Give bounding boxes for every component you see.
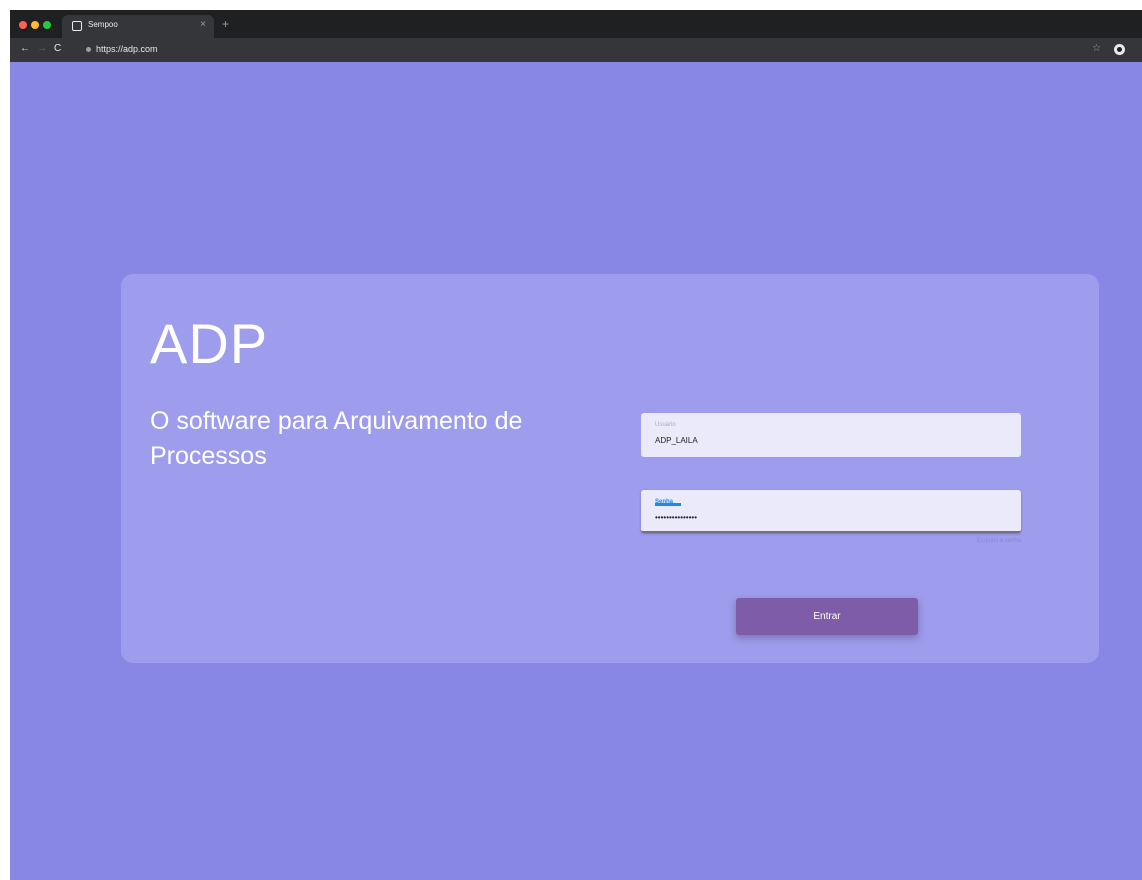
new-tab-icon[interactable]: + bbox=[222, 17, 229, 31]
forgot-password-link[interactable]: Esqueci a senha bbox=[977, 538, 1021, 544]
minimize-window-icon[interactable] bbox=[31, 21, 39, 29]
password-input[interactable] bbox=[655, 513, 1005, 522]
tab-close-icon[interactable]: × bbox=[200, 19, 206, 31]
username-input[interactable] bbox=[655, 436, 1005, 445]
browser-toolbar: ← → C https://adp.com ☆ bbox=[10, 38, 1142, 62]
password-label: Senha bbox=[655, 499, 682, 506]
tab-bar: Sempoo × + bbox=[10, 10, 1142, 38]
login-button[interactable]: Entrar bbox=[736, 598, 918, 635]
profile-icon[interactable] bbox=[1114, 44, 1125, 55]
tab-favicon-icon bbox=[72, 21, 82, 31]
forward-icon[interactable]: → bbox=[37, 42, 47, 56]
username-label: Usuário bbox=[655, 422, 676, 428]
back-icon[interactable]: ← bbox=[20, 42, 30, 56]
username-field[interactable]: Usuário bbox=[641, 413, 1021, 457]
address-bar[interactable]: https://adp.com bbox=[80, 41, 1080, 59]
password-field[interactable]: Senha Esqueci a senha bbox=[641, 490, 1021, 544]
browser-tab[interactable]: Sempoo × bbox=[62, 15, 214, 38]
login-card: ADP O software para Arquivamento de Proc… bbox=[121, 274, 1099, 663]
browser-window: Sempoo × + ← → C https://adp.com ☆ ADP O… bbox=[10, 10, 1142, 880]
close-window-icon[interactable] bbox=[19, 21, 27, 29]
bookmark-star-icon[interactable]: ☆ bbox=[1092, 42, 1101, 56]
tagline: O software para Arquivamento de Processo… bbox=[150, 407, 523, 470]
url-text[interactable]: https://adp.com bbox=[96, 44, 158, 54]
reload-icon[interactable]: C bbox=[54, 42, 61, 56]
maximize-window-icon[interactable] bbox=[43, 21, 51, 29]
secure-icon bbox=[86, 47, 91, 52]
brand-title: ADP bbox=[150, 312, 269, 375]
tab-title: Sempoo bbox=[88, 20, 118, 29]
